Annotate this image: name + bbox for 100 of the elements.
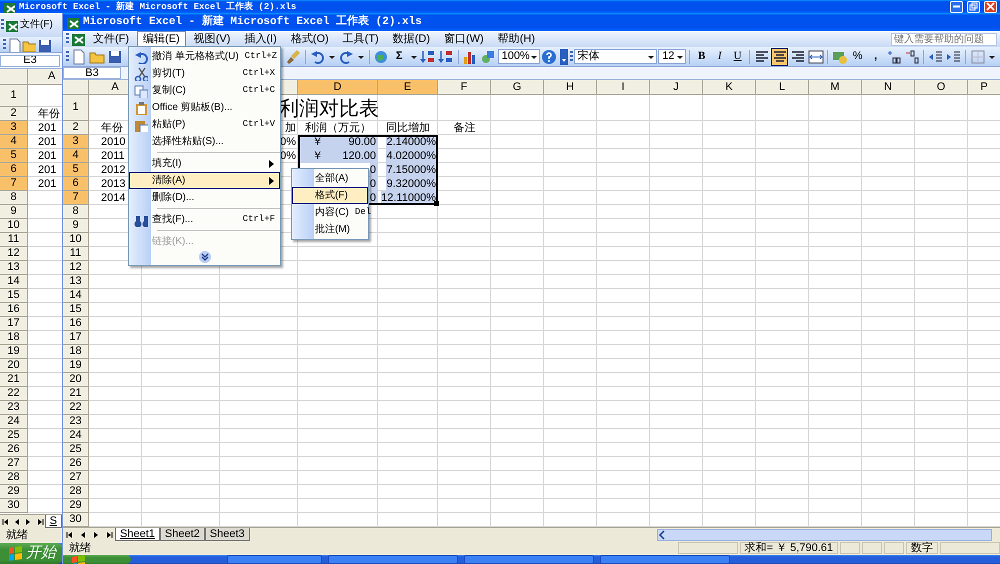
column-header[interactable]: L <box>756 80 809 95</box>
column-header[interactable]: K <box>703 80 756 95</box>
column-header[interactable]: N <box>862 80 915 95</box>
menu-item[interactable]: 格式(O) <box>284 31 335 47</box>
row-header[interactable]: 30 <box>0 499 28 513</box>
decrease-decimal-button[interactable] <box>903 48 920 66</box>
row-header[interactable]: 19 <box>0 345 28 359</box>
row-header[interactable]: 20 <box>63 373 89 387</box>
row-header[interactable]: 22 <box>0 387 28 401</box>
autosum-button[interactable]: Σ <box>390 48 408 66</box>
menu-item[interactable]: 批注(M) <box>292 221 368 238</box>
menu-item[interactable]: 帮助(H) <box>492 31 541 47</box>
row-header[interactable]: 29 <box>63 499 89 513</box>
menu-item[interactable]: 全部(A) <box>292 170 368 187</box>
row-header[interactable]: 4 <box>0 135 28 149</box>
underline-button[interactable]: U <box>729 48 746 66</box>
row-header[interactable]: 7 <box>63 191 89 205</box>
row-header[interactable]: 25 <box>0 429 28 443</box>
row-header[interactable]: 16 <box>63 317 89 331</box>
menu-item[interactable]: 选择性粘贴(S)... <box>129 133 280 150</box>
menu-item[interactable]: Office 剪贴板(B)... <box>129 99 280 116</box>
font-name-dropdown[interactable]: 宋体 <box>574 49 658 64</box>
row-header[interactable]: 18 <box>0 331 28 345</box>
menu-item[interactable]: 插入(I) <box>238 31 283 47</box>
menu-item[interactable]: 工具(T) <box>336 31 385 47</box>
row-header[interactable]: 10 <box>0 219 28 233</box>
row-header[interactable]: 5 <box>63 163 89 177</box>
comma-style-button[interactable]: , <box>867 48 884 66</box>
column-header[interactable]: F <box>438 80 491 95</box>
toolbar-options-button[interactable] <box>558 48 569 66</box>
column-header[interactable]: P <box>968 80 1000 95</box>
percent-button[interactable]: % <box>849 48 866 66</box>
row-header[interactable]: 6 <box>0 163 28 177</box>
column-header[interactable]: J <box>650 80 703 95</box>
menu-item[interactable]: 查找(F)... Ctrl+F <box>129 211 280 228</box>
row-header[interactable]: 23 <box>0 401 28 415</box>
row-header[interactable]: 1 <box>0 85 28 107</box>
zoom-dropdown[interactable]: 100% <box>498 49 540 64</box>
help-search-field[interactable]: 键入需要帮助的问题 <box>891 32 997 46</box>
row-header[interactable]: 29 <box>0 485 28 499</box>
menu-item[interactable]: 填充(I) <box>129 155 280 172</box>
row-header[interactable]: 1 <box>63 95 89 121</box>
row-header[interactable]: 9 <box>0 205 28 219</box>
row-header[interactable]: 12 <box>63 261 89 275</box>
restore-button[interactable] <box>967 0 980 12</box>
row-header[interactable]: 2 <box>63 121 89 135</box>
row-header[interactable]: 24 <box>63 429 89 443</box>
row-header[interactable]: 6 <box>63 177 89 191</box>
row-header[interactable]: 19 <box>63 359 89 373</box>
column-header[interactable]: E <box>378 80 438 95</box>
row-header[interactable]: 11 <box>63 247 89 261</box>
format-painter-button[interactable] <box>285 48 302 66</box>
sheet-tab[interactable]: S <box>44 515 62 528</box>
row-header[interactable]: 16 <box>0 303 28 317</box>
column-header[interactable]: H <box>544 80 597 95</box>
menu-item[interactable]: 粘贴(P) Ctrl+V <box>129 116 280 133</box>
row-header[interactable]: 27 <box>63 471 89 485</box>
menu-item[interactable]: 格式(F) <box>292 187 368 204</box>
menu-item[interactable]: 剪切(T) Ctrl+X <box>129 65 280 82</box>
row-header[interactable]: 7 <box>0 177 28 191</box>
row-header[interactable]: 12 <box>0 247 28 261</box>
align-center-button[interactable] <box>771 48 788 66</box>
name-box[interactable]: E3 <box>0 54 60 66</box>
italic-button[interactable]: I <box>711 48 728 66</box>
row-header[interactable]: 22 <box>63 401 89 415</box>
row-header[interactable]: 21 <box>0 373 28 387</box>
row-header[interactable]: 10 <box>63 233 89 247</box>
minimize-button[interactable] <box>950 0 963 12</box>
row-header[interactable]: 13 <box>0 261 28 275</box>
row-header[interactable]: 15 <box>0 289 28 303</box>
row-header[interactable]: 8 <box>0 191 28 205</box>
column-header[interactable]: A <box>28 69 62 85</box>
menu-item[interactable]: 窗口(W) <box>438 31 490 47</box>
column-header[interactable]: I <box>597 80 650 95</box>
sheet-tab[interactable]: Sheet2 <box>160 528 205 541</box>
row-header[interactable]: 17 <box>0 317 28 331</box>
menu-item[interactable]: 编辑(E) <box>137 31 186 47</box>
row-header[interactable]: 23 <box>63 415 89 429</box>
row-header[interactable]: 3 <box>63 135 89 149</box>
row-header[interactable]: 28 <box>63 485 89 499</box>
sheet-tab[interactable]: Sheet1 <box>115 528 160 541</box>
row-header[interactable]: 11 <box>0 233 28 247</box>
menu-item[interactable]: 清除(A) <box>129 172 280 189</box>
row-header[interactable]: 26 <box>63 457 89 471</box>
bold-button[interactable]: B <box>693 48 710 66</box>
column-header[interactable]: G <box>491 80 544 95</box>
row-header[interactable]: 28 <box>0 471 28 485</box>
row-header[interactable]: 25 <box>63 443 89 457</box>
menu-item[interactable]: 视图(V) <box>188 31 236 47</box>
font-size-dropdown[interactable]: 12 <box>658 49 686 64</box>
menu-item[interactable]: 撤消 单元格格式(U) Ctrl+Z <box>129 48 280 65</box>
menu-item[interactable]: 文件(F) <box>87 31 136 47</box>
help-button[interactable] <box>540 48 558 66</box>
column-header[interactable]: O <box>915 80 968 95</box>
row-header[interactable]: 3 <box>0 121 28 135</box>
row-header[interactable]: 9 <box>63 219 89 233</box>
close-button[interactable] <box>984 0 997 12</box>
row-header[interactable]: 13 <box>63 275 89 289</box>
row-header[interactable]: 14 <box>63 289 89 303</box>
row-header[interactable]: 14 <box>0 275 28 289</box>
